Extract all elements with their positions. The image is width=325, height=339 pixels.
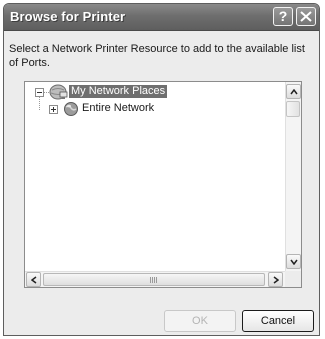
tree-item-label: Entire Network	[82, 102, 155, 114]
expand-toggle[interactable]	[49, 105, 58, 114]
scroll-grip	[150, 277, 158, 283]
dialog-title: Browse for Printer	[10, 9, 126, 24]
chevron-down-icon	[290, 259, 298, 265]
chevron-right-icon	[273, 276, 279, 284]
ok-button[interactable]: OK	[164, 310, 236, 332]
close-button[interactable]	[296, 7, 316, 26]
scroll-right-button[interactable]	[268, 272, 283, 287]
scrollbar-corner	[285, 271, 301, 287]
close-icon	[300, 11, 312, 22]
title-bar[interactable]: Browse for Printer ?	[4, 4, 319, 31]
tree-item-label: My Network Places	[69, 85, 168, 98]
instruction-text: Select a Network Printer Resource to add…	[9, 43, 305, 69]
scroll-left-button[interactable]	[26, 272, 41, 287]
printer-tree-view[interactable]: My Network Places Entire Network	[24, 81, 302, 288]
vertical-scroll-thumb[interactable]	[286, 101, 300, 117]
tree-item-my-network-places[interactable]: My Network Places	[25, 84, 225, 100]
chevron-up-icon	[290, 89, 298, 95]
tree-item-entire-network[interactable]: Entire Network	[25, 101, 225, 117]
collapse-toggle[interactable]	[35, 88, 44, 97]
help-button[interactable]: ?	[273, 7, 293, 26]
help-icon: ?	[278, 8, 288, 24]
globe-icon	[64, 102, 78, 116]
horizontal-scroll-thumb[interactable]	[43, 273, 265, 286]
vertical-scrollbar[interactable]	[285, 82, 301, 271]
scroll-down-button[interactable]	[286, 254, 301, 269]
chevron-left-icon	[31, 276, 37, 284]
browse-for-printer-dialog: Browse for Printer ? Select a Network Pr…	[3, 3, 320, 336]
horizontal-scrollbar[interactable]	[25, 271, 285, 287]
cancel-button[interactable]: Cancel	[242, 310, 314, 332]
scroll-up-button[interactable]	[286, 84, 301, 99]
network-places-icon	[49, 84, 68, 100]
